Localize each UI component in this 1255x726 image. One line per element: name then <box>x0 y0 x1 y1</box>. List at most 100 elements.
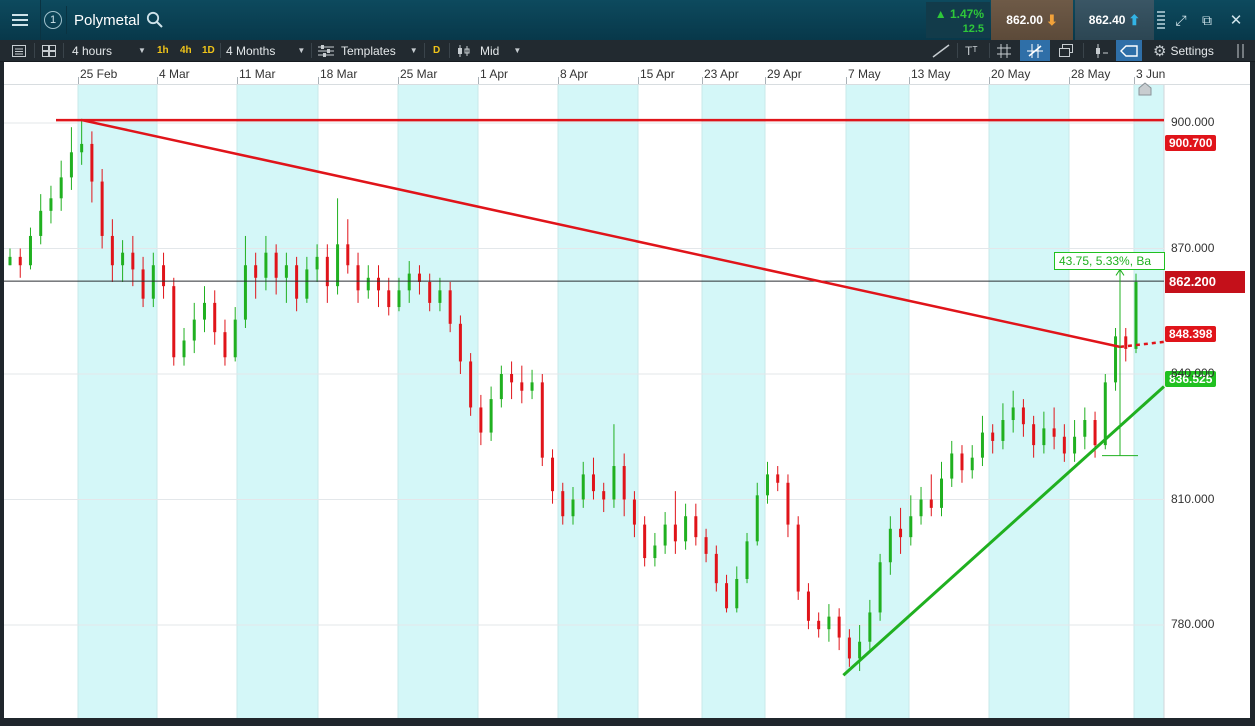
date-tick-mark <box>846 77 847 84</box>
workspace-button[interactable]: 1 <box>41 0 65 40</box>
sell-price: 862.00 <box>1006 13 1043 27</box>
candle-up <box>1083 420 1087 437</box>
candle-up <box>336 244 340 287</box>
buy-button[interactable]: 862.40 ⬆ <box>1075 0 1154 40</box>
candle-up <box>366 277 370 291</box>
toolbar-divider <box>34 43 35 58</box>
candle-up <box>151 265 155 299</box>
candle-up <box>1114 336 1118 383</box>
candle-down <box>602 491 606 500</box>
candle-down <box>377 277 381 291</box>
candle-down <box>1093 420 1097 446</box>
candle-up <box>950 453 954 479</box>
candle-down <box>90 143 94 182</box>
candle-up <box>59 177 63 199</box>
candle-down <box>469 361 473 408</box>
candle-up <box>940 478 944 508</box>
candle-down <box>448 290 452 324</box>
layout-grid-icon[interactable] <box>42 40 56 61</box>
candle-up <box>663 524 667 546</box>
candle-down <box>929 499 933 508</box>
candle-up <box>888 528 892 563</box>
candle-down <box>551 457 555 492</box>
candle-down <box>387 290 391 308</box>
search-icon[interactable] <box>146 11 164 29</box>
draw-line-icon[interactable] <box>932 40 950 61</box>
price-type-dropdown[interactable]: Mid ▼ <box>457 40 521 61</box>
candle-down <box>141 269 145 299</box>
candle-up <box>868 612 872 642</box>
candle-down <box>131 252 135 270</box>
candle-down <box>172 286 176 358</box>
quick-1d-button[interactable]: 1D <box>202 40 215 61</box>
candle-down <box>806 591 810 621</box>
candle-up <box>755 495 759 542</box>
crosshair-grid-toggle-icon[interactable] <box>1020 40 1050 61</box>
d-button[interactable]: D <box>433 40 440 61</box>
list-view-icon[interactable] <box>12 40 26 61</box>
close-icon[interactable]: ✕ <box>1224 0 1248 40</box>
magnet-icon[interactable] <box>1092 40 1108 61</box>
toolbar-divider <box>957 43 958 58</box>
toolbar-divider <box>1083 43 1084 58</box>
candle-up <box>121 252 125 266</box>
home-icon[interactable] <box>1138 82 1152 96</box>
quick-1h-button[interactable]: 1h <box>157 40 169 61</box>
candle-up <box>315 256 319 270</box>
candle-down <box>274 252 278 278</box>
settings-button[interactable]: ⚙ Settings <box>1153 40 1214 61</box>
candle-down <box>643 524 647 559</box>
candle-up <box>1042 428 1046 446</box>
templates-dropdown[interactable]: Templates ▼ <box>318 40 418 61</box>
expand-icon[interactable]: ⤢ <box>1170 0 1192 40</box>
interval-dropdown[interactable]: 4 hours ▼ <box>72 40 146 61</box>
toolbar-divider <box>424 43 425 58</box>
candle-down <box>837 616 841 638</box>
measure-label: 43.75, 5.33%, Ba <box>1054 252 1165 270</box>
date-tick-label: 20 May <box>991 67 1031 81</box>
candle-up <box>765 474 769 496</box>
range-label: 4 Months <box>226 43 276 58</box>
range-dropdown[interactable]: 4 Months ▼ <box>226 40 305 61</box>
candle-down <box>960 453 964 471</box>
layers-icon[interactable] <box>1058 40 1074 61</box>
instrument-name[interactable]: Polymetal <box>74 0 140 40</box>
date-tick-mark <box>989 77 990 84</box>
candle-down <box>1062 436 1066 454</box>
date-tick-mark <box>157 77 158 84</box>
chart-area[interactable]: 25 Feb 4 Mar 11 Mar 18 Mar 25 Mar 1 Apr 8 Apr 1… <box>4 62 1250 718</box>
templates-icon <box>318 44 334 57</box>
date-tick-label: 13 May <box>911 67 951 81</box>
price-chart[interactable] <box>4 62 1250 718</box>
candle-down <box>591 474 595 492</box>
chevron-down-icon: ▼ <box>409 46 418 55</box>
candle-up <box>39 210 43 236</box>
candle-down <box>110 235 114 266</box>
sell-button[interactable]: 862.00 ⬇ <box>991 0 1073 40</box>
candle-up <box>8 256 12 266</box>
candle-up <box>878 562 882 613</box>
candle-down <box>295 265 299 299</box>
candle-up <box>28 235 32 266</box>
title-bar: 1 Polymetal ▲ 1.47% 12.5 862.00 ⬇ 862.40… <box>0 0 1255 41</box>
candle-up <box>581 474 585 500</box>
candle-up <box>1011 407 1015 421</box>
candle-up <box>202 302 206 320</box>
toolbar-divider <box>311 43 312 58</box>
order-panel-handle-icon[interactable] <box>1154 0 1168 40</box>
text-tool-icon[interactable]: Tᵀ <box>965 40 978 61</box>
tag-toggle-icon[interactable] <box>1116 40 1142 61</box>
price-tick-label: 870.000 <box>1171 240 1215 255</box>
popout-icon[interactable]: ⧉ <box>1196 0 1218 40</box>
candle-up <box>1103 382 1107 446</box>
candle-up <box>530 382 534 391</box>
date-tick-mark <box>1134 77 1135 84</box>
candle-down <box>213 302 217 333</box>
toolbar-overflow-icon[interactable] <box>1236 40 1246 61</box>
menu-icon[interactable] <box>0 0 41 40</box>
quick-4h-button[interactable]: 4h <box>180 40 192 61</box>
candle-up <box>69 152 73 178</box>
candle-up <box>970 457 974 471</box>
grid-icon[interactable] <box>997 40 1011 61</box>
date-tick-mark <box>237 77 238 84</box>
